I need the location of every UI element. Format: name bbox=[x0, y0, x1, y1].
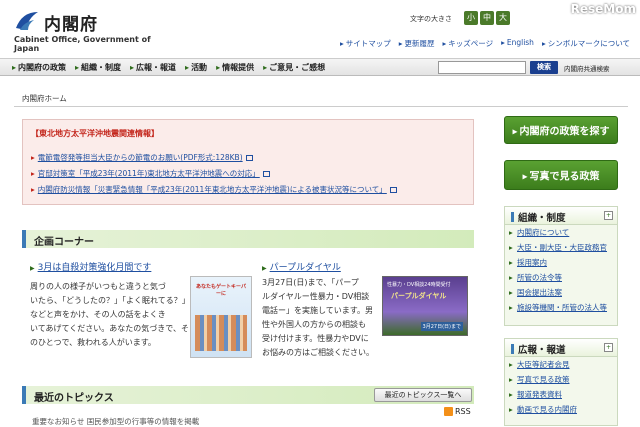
nav-activities[interactable]: 活動 bbox=[185, 62, 207, 73]
expand-icon[interactable]: + bbox=[604, 211, 613, 220]
font-size-large-button[interactable]: 大 bbox=[496, 11, 510, 25]
common-search-label: 内閣府共通検索 bbox=[564, 65, 610, 73]
pdf-icon bbox=[245, 155, 253, 161]
sidebar-item-about[interactable]: 内閣府について bbox=[505, 225, 617, 240]
divider bbox=[14, 106, 628, 107]
nav-information[interactable]: 情報提供 bbox=[216, 62, 254, 73]
logo-emblem-icon bbox=[16, 12, 38, 30]
rss-icon bbox=[444, 407, 453, 416]
search-button[interactable]: 検索 bbox=[530, 61, 558, 74]
breadcrumb[interactable]: 内閣府ホーム bbox=[22, 93, 67, 104]
topics-title: 最近のトピックス bbox=[34, 393, 114, 404]
topics-list-button[interactable]: 最近のトピックス一覧へ bbox=[374, 388, 472, 402]
sidebar-organization-title: 組織・制度 bbox=[511, 210, 566, 224]
font-size-medium-button[interactable]: 中 bbox=[480, 11, 494, 25]
site-logo[interactable]: 内閣府 Cabinet Office, Government of Japan bbox=[14, 8, 174, 53]
sidebar-item-photo-policy[interactable]: 写真で見る政策 bbox=[505, 372, 617, 387]
earthquake-alert-box: 【東北地方太平洋沖地震関連情報】 電節電啓発等担当大臣からの節電のお願い(PDF… bbox=[22, 119, 474, 205]
watermark: ReseMom bbox=[570, 2, 636, 16]
external-link-icon bbox=[262, 171, 270, 177]
sidebar-pr-title: 広報・報道 bbox=[511, 342, 566, 356]
site-header: 内閣府 Cabinet Office, Government of Japan … bbox=[0, 0, 640, 58]
font-size-small-button[interactable]: 小 bbox=[464, 11, 478, 25]
top-links: サイトマップ 更新履歴 キッズページ English シンボルマークについて bbox=[340, 38, 630, 49]
sidebar-item-press-conference[interactable]: 大臣等記者会見 bbox=[505, 357, 617, 372]
suicide-prevention-poster[interactable]: あなたもゲートキーパーに bbox=[190, 276, 252, 358]
rss-link[interactable]: RSS bbox=[444, 407, 471, 416]
kikaku-item2-text: 3月27日(日)まで、「パープ ルダイヤルー性暴力・DV相談 電話ー」を実施して… bbox=[262, 278, 374, 357]
global-nav: 内閣府の政策 組織・制度 広報・報道 活動 情報提供 ご意見・ご感想 検索 内閣… bbox=[0, 58, 640, 76]
purple-dial-poster[interactable]: 性暴力・DV相談24時間受付 パープルダイヤル 3月27日(日)まで bbox=[382, 276, 468, 336]
site-subtitle: Cabinet Office, Government of Japan bbox=[14, 35, 151, 53]
photo-policy-button[interactable]: 写真で見る政策 bbox=[504, 160, 618, 190]
policy-search-button[interactable]: 内閣府の政策を探す bbox=[504, 116, 618, 144]
search-input[interactable] bbox=[438, 61, 526, 74]
suicide-prevention-link[interactable]: 3月は自殺対策強化月間です bbox=[30, 260, 152, 273]
kikaku-item1-text: 周りの人の様子がいつもと違うと気づ いたら、「どうしたの？」「よく眠れてる？」 … bbox=[30, 282, 190, 347]
expand-icon[interactable]: + bbox=[604, 343, 613, 352]
nav-policy[interactable]: 内閣府の政策 bbox=[12, 62, 66, 73]
sidebar-item-video[interactable]: 動画で見る内閣府 bbox=[505, 402, 617, 417]
sidebar-item-press-release[interactable]: 報道発表資料 bbox=[505, 387, 617, 402]
update-history-link[interactable]: 更新履歴 bbox=[399, 38, 434, 49]
nav-pr[interactable]: 広報・報道 bbox=[130, 62, 176, 73]
symbol-mark-link[interactable]: シンボルマークについて bbox=[542, 38, 630, 49]
sidebar-item-institutions[interactable]: 施設等機関・所管の法人等 bbox=[505, 300, 617, 315]
external-link-icon bbox=[389, 187, 397, 193]
poster-people-image bbox=[195, 315, 247, 351]
nav-feedback[interactable]: ご意見・ご感想 bbox=[263, 62, 325, 73]
alert-item[interactable]: 電節電啓発等担当大臣からの節電のお願い(PDF形式:128KB) bbox=[31, 152, 253, 163]
sidebar-item-recruit[interactable]: 採用案内 bbox=[505, 255, 617, 270]
sidebar-item-ministers[interactable]: 大臣・副大臣・大臣政務官 bbox=[505, 240, 617, 255]
english-link[interactable]: English bbox=[501, 38, 534, 49]
sitemap-link[interactable]: サイトマップ bbox=[340, 38, 391, 49]
alert-item[interactable]: 官邸対策室「平成23年(2011年)東北地方太平洋沖地震への対応」 bbox=[31, 168, 270, 179]
topics-first-item[interactable]: 重要なお知らせ 国民参加型の行事等の情報を掲載 bbox=[32, 416, 199, 427]
purple-dial-link[interactable]: パープルダイヤル bbox=[262, 260, 341, 273]
alert-item[interactable]: 内閣府防災情報「災害緊急情報「平成23年(2011年東北地方太平洋沖地震)による… bbox=[31, 184, 397, 195]
kids-page-link[interactable]: キッズページ bbox=[442, 38, 493, 49]
kikaku-title: 企画コーナー bbox=[34, 237, 94, 248]
sidebar-item-laws[interactable]: 所管の法令等 bbox=[505, 270, 617, 285]
font-size-label: 文字の大きさ bbox=[410, 15, 452, 23]
sidebar-item-bills[interactable]: 国会提出法案 bbox=[505, 285, 617, 300]
alert-title[interactable]: 【東北地方太平洋沖地震関連情報】 bbox=[31, 128, 159, 139]
sidebar-pr-box: 広報・報道 + 大臣等記者会見 写真で見る政策 報道発表資料 動画で見る内閣府 bbox=[504, 338, 618, 426]
kikaku-section-header: 企画コーナー bbox=[22, 230, 474, 248]
site-title: 内閣府 bbox=[44, 15, 98, 35]
nav-organization[interactable]: 組織・制度 bbox=[75, 62, 121, 73]
sidebar-organization-box: 組織・制度 + 内閣府について 大臣・副大臣・大臣政務官 採用案内 所管の法令等… bbox=[504, 206, 618, 326]
